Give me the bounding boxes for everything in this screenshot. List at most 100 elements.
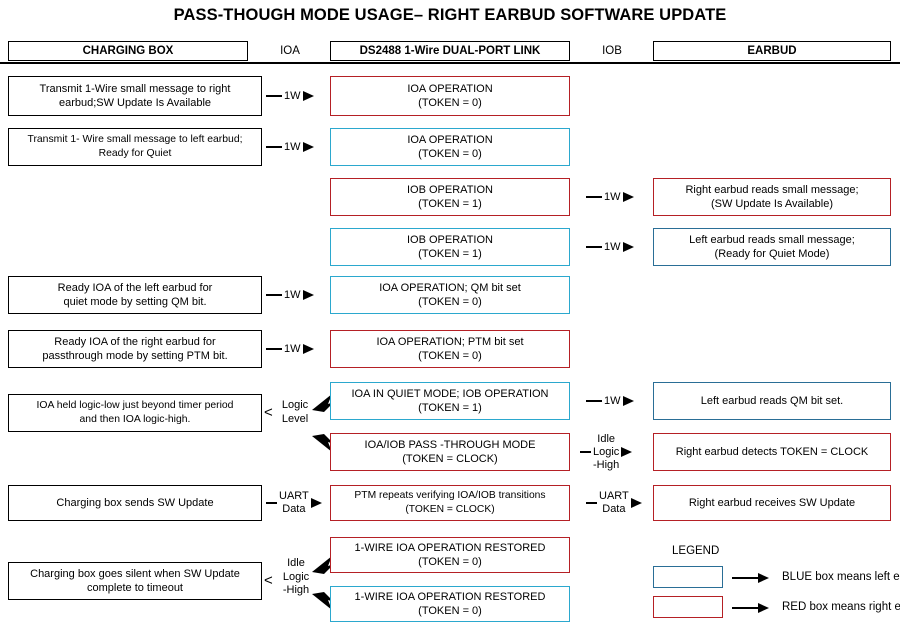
link-ioa-restored-red-box: 1-WIRE IOA OPERATION RESTORED (TOKEN = 0… [330, 537, 570, 573]
arrow-head-icon [621, 447, 633, 457]
connector-line [580, 451, 591, 453]
charging-box-logic-low-box: IOA held logic-low just beyond timer per… [8, 394, 262, 432]
box-line-1: Left earbud reads QM bit set. [700, 395, 844, 407]
connector-line [586, 400, 602, 402]
legend-swatch-blue [653, 566, 723, 588]
box-line-2: (SW Update Is Available) [710, 198, 834, 210]
connector-ioa-row-5: 1W [266, 287, 314, 303]
connector-line [266, 294, 282, 296]
connector-label-line-1: UART [279, 490, 309, 502]
box-line-1: Left earbud reads small message; [689, 234, 855, 246]
charging-box-goes-silent-box: Charging box goes silent when SW Update … [8, 562, 262, 600]
box-line-2: and then IOA logic-high. [79, 414, 191, 425]
arrow-head-icon [302, 142, 314, 152]
arrow-head-icon [758, 603, 769, 613]
box-line-1: Right earbud reads small message; [685, 184, 859, 196]
box-line-1: IOB OPERATION [407, 184, 493, 196]
connector-uart-left: UART Data [266, 490, 322, 516]
box-line-2: (TOKEN = 0) [418, 148, 482, 160]
box-line-1: PTM repeats verifying IOA/IOB transition… [354, 490, 546, 501]
header-charging-box-label: CHARGING BOX [82, 45, 174, 57]
box-line-1: Ready IOA of the left earbud for [57, 282, 213, 294]
box-line-2: (TOKEN = 0) [418, 556, 482, 568]
arrow-head-icon [622, 192, 634, 202]
box-line-1: IOA OPERATION; PTM bit set [376, 336, 524, 348]
connector-label: 1W [284, 90, 301, 102]
connector-label: 1W [284, 343, 301, 355]
box-line-2: Ready for Quiet [98, 148, 172, 159]
link-quiet-mode-box: IOA IN QUIET MODE; IOB OPERATION (TOKEN … [330, 382, 570, 420]
box-line-1: Charging box sends SW Update [56, 497, 214, 509]
connector-label: 1W [604, 241, 621, 253]
connector-line [586, 502, 597, 504]
box-line-2: passthrough mode by setting PTM bit. [42, 350, 228, 362]
box-line-2: (Ready for Quiet Mode) [714, 248, 830, 260]
header-iob-label: IOB [602, 45, 622, 57]
link-operation-row-3: IOB OPERATION (TOKEN = 1) [330, 178, 570, 216]
charging-box-message-row-5: Ready IOA of the left earbud for quiet m… [8, 276, 262, 314]
connector-ioa-row-2: 1W [266, 139, 314, 155]
box-line-2: complete to timeout [87, 582, 183, 594]
connector-line [732, 607, 758, 609]
header-ioa-label: IOA [280, 45, 300, 57]
legend-label-red: RED box means right earbud [782, 601, 900, 613]
connector-iob-row-3: 1W [586, 189, 634, 205]
connector-label-line-3: -High [593, 458, 620, 471]
link-operation-row-6: IOA OPERATION; PTM bit set (TOKEN = 0) [330, 330, 570, 368]
diagram-canvas: PASS-THOUGH MODE USAGE– RIGHT EARBUD SOF… [0, 0, 900, 632]
link-operation-row-5: IOA OPERATION; QM bit set (TOKEN = 0) [330, 276, 570, 314]
link-ioa-restored-cyan-box: 1-WIRE IOA OPERATION RESTORED (TOKEN = 0… [330, 586, 570, 622]
branch-label-line-2: Level [281, 412, 309, 425]
connector-label-line-1: UART [599, 490, 629, 502]
box-line-2: earbud;SW Update Is Available [58, 97, 212, 109]
legend-title: LEGEND [672, 545, 720, 557]
box-line-2: (TOKEN = CLOCK) [402, 453, 498, 465]
header-rule [0, 62, 900, 64]
connector-label-group: Idle Logic -High [591, 433, 621, 472]
charging-box-message-row-1: Transmit 1-Wire small message to right e… [8, 76, 262, 116]
legend-label-blue: BLUE box means left earbud [782, 571, 900, 583]
box-line-1: IOA IN QUIET MODE; IOB OPERATION [351, 388, 549, 400]
earbud-receives-update-box: Right earbud receives SW Update [653, 485, 891, 521]
connector-line [266, 95, 282, 97]
connector-label: 1W [284, 141, 301, 153]
box-line-1: IOB OPERATION [407, 234, 493, 246]
box-line-1: Ready IOA of the right earbud for [54, 336, 216, 348]
legend-arrow-blue-icon [732, 572, 769, 584]
box-line-1: IOA OPERATION [407, 83, 493, 95]
connector-ioa-row-6: 1W [266, 341, 314, 357]
legend-swatch-red [653, 596, 723, 618]
arrow-head-icon [310, 498, 322, 508]
earbud-message-row-4: Left earbud reads small message; (Ready … [653, 228, 891, 266]
connector-line [266, 348, 282, 350]
connector-uart-right: UART Data [586, 490, 642, 516]
link-passthrough-mode-box: IOA/IOB PASS -THROUGH MODE (TOKEN = CLOC… [330, 433, 570, 471]
box-line-2: (TOKEN = 0) [418, 296, 482, 308]
connector-label: 1W [284, 289, 301, 301]
box-line-2: (TOKEN = 1) [418, 198, 482, 210]
connector-iob-quiet-mode: 1W [586, 393, 634, 409]
connector-ioa-row-1: 1W [266, 88, 314, 104]
connector-label: 1W [604, 395, 621, 407]
connector-iob-row-4: 1W [586, 239, 634, 255]
box-line-2: (TOKEN = 1) [418, 402, 482, 414]
header-earbud-label: EARBUD [747, 45, 797, 57]
earbud-message-row-3: Right earbud reads small message; (SW Up… [653, 178, 891, 216]
box-line-1: Right earbud receives SW Update [688, 497, 856, 509]
box-line-1: IOA OPERATION [407, 134, 493, 146]
connector-line [266, 502, 277, 504]
connector-line [586, 196, 602, 198]
link-operation-row-2: IOA OPERATION (TOKEN = 0) [330, 128, 570, 166]
connector-line [732, 577, 758, 579]
box-line-2: (TOKEN = 0) [418, 97, 482, 109]
box-line-1: Transmit 1- Wire small message to left e… [27, 134, 243, 145]
connector-label-line-2: Logic [593, 445, 620, 458]
arrow-head-icon [302, 344, 314, 354]
arrow-head-icon [302, 91, 314, 101]
connector-iob-idle-logic-high: Idle Logic -High [580, 433, 633, 471]
legend-arrow-red-icon [732, 602, 769, 614]
link-operation-row-1: IOA OPERATION (TOKEN = 0) [330, 76, 570, 116]
box-line-2: (TOKEN = 1) [418, 248, 482, 260]
box-line-2: (TOKEN = CLOCK) [405, 504, 495, 515]
arrow-head-icon [302, 290, 314, 300]
